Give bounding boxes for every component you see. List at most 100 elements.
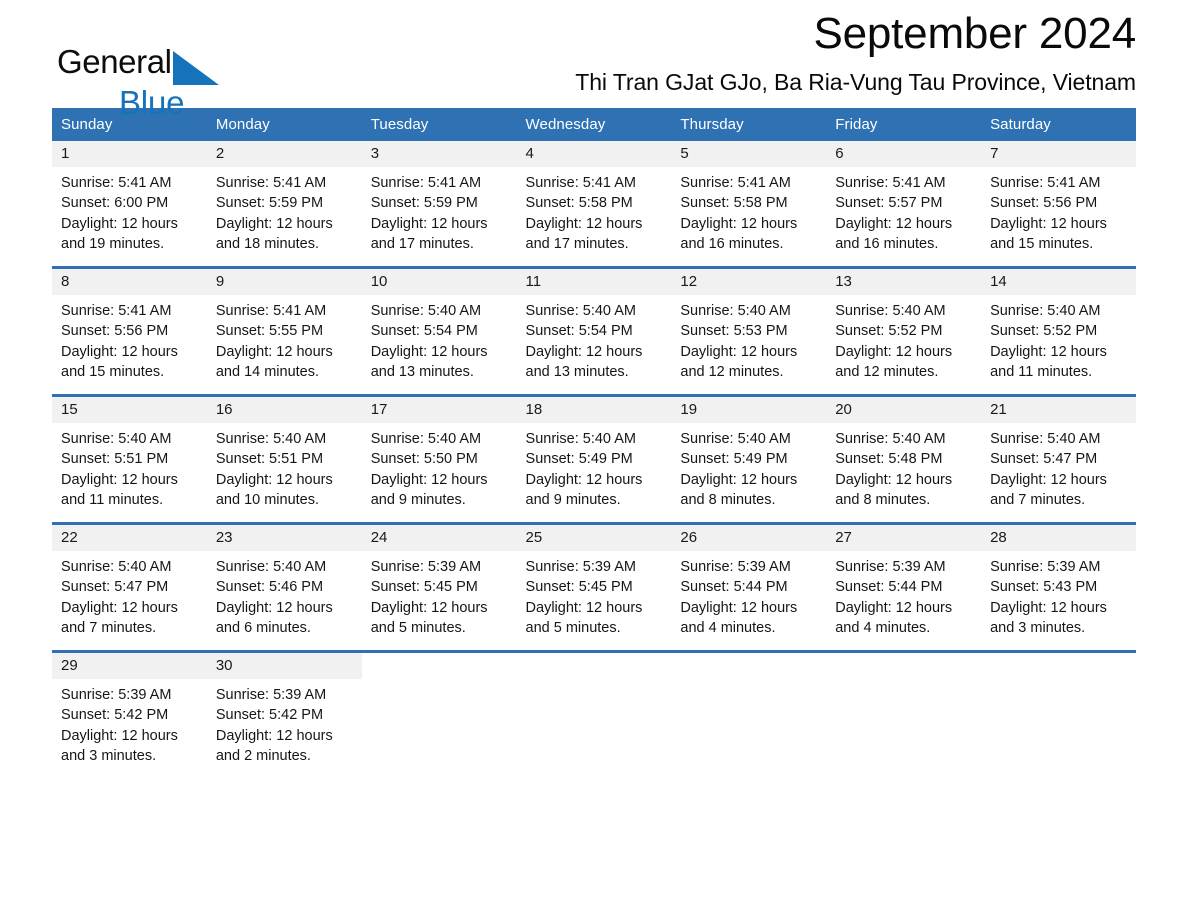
calendar-day-cell[interactable]: 17 Sunrise: 5:40 AM Sunset: 5:50 PM Dayligh… — [361, 394, 517, 524]
day-sun-info: Sunrise: 5:40 AM Sunset: 5:47 PM Daylight:… — [981, 423, 1136, 510]
calendar-day-cell[interactable]: 11 Sunrise: 5:40 AM Sunset: 5:54 PM Dayligh… — [516, 266, 672, 396]
day-sun-info — [362, 679, 517, 685]
calendar-day-cell[interactable]: 20 Sunrise: 5:40 AM Sunset: 5:48 PM Dayligh… — [826, 394, 982, 524]
calendar-day-cell[interactable]: 10 Sunrise: 5:40 AM Sunset: 5:54 PM Dayligh… — [361, 266, 517, 396]
day-cell-inner: 26 Sunrise: 5:39 AM Sunset: 5:44 PM Dayligh… — [671, 525, 827, 650]
day-sun-info: Sunrise: 5:40 AM Sunset: 5:49 PM Daylight:… — [671, 423, 826, 510]
day-sun-info: Sunrise: 5:40 AM Sunset: 5:51 PM Daylight:… — [207, 423, 362, 510]
daylight-duration-line2: and 7 minutes. — [61, 619, 157, 636]
calendar-day-cell[interactable]: 14 Sunrise: 5:40 AM Sunset: 5:52 PM Dayligh… — [981, 266, 1136, 396]
calendar-day-cell[interactable]: 23 Sunrise: 5:40 AM Sunset: 5:46 PM Dayligh… — [206, 522, 362, 652]
sunset-time: Sunset: 5:48 PM — [835, 451, 943, 468]
day-number: 14 — [981, 269, 1136, 295]
daylight-duration-line1: Daylight: 12 hours — [990, 215, 1107, 232]
daylight-duration-line2: and 2 minutes. — [215, 747, 311, 764]
day-number: 5 — [671, 141, 827, 167]
day-cell-inner: 7 Sunrise: 5:41 AM Sunset: 5:56 PM Daylight… — [981, 141, 1136, 266]
daylight-duration-line1: Daylight: 12 hours — [370, 215, 488, 232]
sunset-time: Sunset: 5:56 PM — [990, 195, 1098, 212]
daylight-duration-line2: and 5 minutes. — [525, 619, 621, 636]
day-sun-info: Sunrise: 5:40 AM Sunset: 5:53 PM Daylight:… — [671, 295, 826, 382]
daylight-duration-line2: and 15 minutes. — [990, 235, 1094, 252]
calendar-day-cell[interactable]: 19 Sunrise: 5:40 AM Sunset: 5:49 PM Dayligh… — [671, 394, 827, 524]
daylight-duration-line1: Daylight: 12 hours — [680, 343, 798, 360]
sunrise-time: Sunrise: 5:40 AM — [525, 431, 636, 447]
daylight-duration-line2: and 6 minutes. — [215, 619, 311, 636]
day-number: 16 — [206, 397, 362, 423]
calendar-day-cell[interactable]: 1 Sunrise: 5:41 AM Sunset: 6:00 PM Daylight… — [52, 141, 207, 268]
logo-general-text: General — [57, 43, 172, 80]
calendar-day-cell[interactable]: 15 Sunrise: 5:40 AM Sunset: 5:51 PM Dayligh… — [52, 394, 207, 524]
sunrise-sunset-calendar: Sunday Monday Tuesday Wednesday Thursday… — [52, 108, 1136, 767]
calendar-day-cell[interactable]: 29 Sunrise: 5:39 AM Sunset: 5:42 PM Dayligh… — [52, 650, 207, 767]
calendar-day-cell[interactable]: 30 Sunrise: 5:39 AM Sunset: 5:42 PM Dayligh… — [206, 650, 362, 767]
day-sun-info: Sunrise: 5:39 AM Sunset: 5:44 PM Daylight:… — [671, 551, 826, 638]
calendar-day-cell[interactable]: 9 Sunrise: 5:41 AM Sunset: 5:55 PM Daylight… — [206, 266, 362, 396]
day-number: 9 — [206, 269, 362, 295]
calendar-day-cell[interactable]: 4 Sunrise: 5:41 AM Sunset: 5:58 PM Daylight… — [516, 141, 672, 268]
calendar-day-cell[interactable]: 28 Sunrise: 5:39 AM Sunset: 5:43 PM Dayligh… — [981, 522, 1136, 652]
calendar-day-cell[interactable]: 8 Sunrise: 5:41 AM Sunset: 5:56 PM Daylight… — [52, 266, 207, 396]
sunset-time: Sunset: 5:42 PM — [61, 707, 169, 724]
day-cell-inner — [981, 653, 1136, 766]
day-number: 1 — [52, 141, 207, 167]
sunset-time: Sunset: 5:47 PM — [990, 451, 1098, 468]
page-header: General Blue September 2024 Thi Tran GJa… — [52, 0, 1136, 119]
general-blue-logo[interactable]: General Blue — [57, 45, 219, 119]
daylight-duration-line1: Daylight: 12 hours — [61, 599, 178, 616]
day-cell-inner — [826, 653, 982, 766]
calendar-day-cell[interactable]: 16 Sunrise: 5:40 AM Sunset: 5:51 PM Dayligh… — [206, 394, 362, 524]
day-number — [361, 653, 517, 679]
day-cell-inner: 25 Sunrise: 5:39 AM Sunset: 5:45 PM Dayligh… — [516, 525, 672, 650]
weekday-header-thursday: Thursday — [671, 108, 827, 141]
day-number — [516, 653, 672, 679]
day-cell-inner: 9 Sunrise: 5:41 AM Sunset: 5:55 PM Daylight… — [206, 269, 362, 394]
daylight-duration-line2: and 3 minutes. — [61, 747, 157, 764]
day-cell-inner: 23 Sunrise: 5:40 AM Sunset: 5:46 PM Dayligh… — [206, 525, 362, 650]
sunset-time: Sunset: 5:50 PM — [370, 451, 478, 468]
calendar-day-cell[interactable]: 21 Sunrise: 5:40 AM Sunset: 5:47 PM Dayligh… — [981, 394, 1136, 524]
day-number: 24 — [361, 525, 517, 551]
day-sun-info: Sunrise: 5:41 AM Sunset: 5:59 PM Daylight:… — [207, 167, 362, 254]
day-sun-info: Sunrise: 5:41 AM Sunset: 5:57 PM Daylight:… — [826, 167, 981, 254]
calendar-day-cell[interactable]: 24 Sunrise: 5:39 AM Sunset: 5:45 PM Dayligh… — [361, 522, 517, 652]
daylight-duration-line1: Daylight: 12 hours — [990, 471, 1107, 488]
day-cell-inner: 10 Sunrise: 5:40 AM Sunset: 5:54 PM Dayligh… — [361, 269, 517, 394]
day-number: 18 — [516, 397, 672, 423]
calendar-day-cell[interactable]: 18 Sunrise: 5:40 AM Sunset: 5:49 PM Dayligh… — [516, 394, 672, 524]
day-cell-inner — [671, 653, 827, 766]
day-cell-inner: 6 Sunrise: 5:41 AM Sunset: 5:57 PM Daylight… — [826, 141, 982, 266]
sunset-time: Sunset: 5:58 PM — [680, 195, 788, 212]
calendar-day-cell[interactable]: 2 Sunrise: 5:41 AM Sunset: 5:59 PM Daylight… — [206, 141, 362, 268]
sunset-time: Sunset: 5:54 PM — [370, 323, 478, 340]
calendar-day-cell[interactable]: 25 Sunrise: 5:39 AM Sunset: 5:45 PM Dayligh… — [516, 522, 672, 652]
calendar-day-cell[interactable]: 27 Sunrise: 5:39 AM Sunset: 5:44 PM Dayligh… — [826, 522, 982, 652]
day-number: 26 — [671, 525, 827, 551]
day-sun-info: Sunrise: 5:39 AM Sunset: 5:45 PM Daylight:… — [517, 551, 672, 638]
daylight-duration-line2: and 5 minutes. — [370, 619, 466, 636]
day-number: 15 — [52, 397, 207, 423]
calendar-day-cell[interactable]: 5 Sunrise: 5:41 AM Sunset: 5:58 PM Daylight… — [671, 141, 827, 268]
calendar-day-cell[interactable]: 6 Sunrise: 5:41 AM Sunset: 5:57 PM Daylight… — [826, 141, 982, 268]
calendar-day-cell[interactable]: 12 Sunrise: 5:40 AM Sunset: 5:53 PM Dayligh… — [671, 266, 827, 396]
calendar-day-cell[interactable]: 7 Sunrise: 5:41 AM Sunset: 5:56 PM Daylight… — [981, 141, 1136, 268]
day-number: 11 — [516, 269, 672, 295]
calendar-day-cell[interactable]: 26 Sunrise: 5:39 AM Sunset: 5:44 PM Dayligh… — [671, 522, 827, 652]
sunset-time: Sunset: 5:55 PM — [215, 323, 324, 340]
daylight-duration-line1: Daylight: 12 hours — [370, 599, 488, 616]
daylight-duration-line2: and 11 minutes. — [990, 363, 1093, 380]
day-number — [981, 653, 1136, 679]
daylight-duration-line1: Daylight: 12 hours — [61, 215, 178, 232]
day-cell-inner: 8 Sunrise: 5:41 AM Sunset: 5:56 PM Daylight… — [52, 269, 207, 394]
sunrise-time: Sunrise: 5:40 AM — [680, 431, 791, 447]
sunset-time: Sunset: 5:53 PM — [680, 323, 788, 340]
calendar-day-cell[interactable]: 13 Sunrise: 5:40 AM Sunset: 5:52 PM Dayligh… — [826, 266, 982, 396]
day-number: 22 — [52, 525, 207, 551]
daylight-duration-line1: Daylight: 12 hours — [680, 471, 798, 488]
calendar-day-cell[interactable]: 22 Sunrise: 5:40 AM Sunset: 5:47 PM Dayligh… — [52, 522, 207, 652]
calendar-day-cell[interactable]: 3 Sunrise: 5:41 AM Sunset: 5:59 PM Daylight… — [361, 141, 517, 268]
day-sun-info: Sunrise: 5:41 AM Sunset: 5:58 PM Daylight:… — [671, 167, 826, 254]
day-sun-info: Sunrise: 5:39 AM Sunset: 5:42 PM Daylight:… — [52, 679, 207, 766]
day-sun-info: Sunrise: 5:40 AM Sunset: 5:48 PM Daylight:… — [826, 423, 981, 510]
day-number — [826, 653, 982, 679]
